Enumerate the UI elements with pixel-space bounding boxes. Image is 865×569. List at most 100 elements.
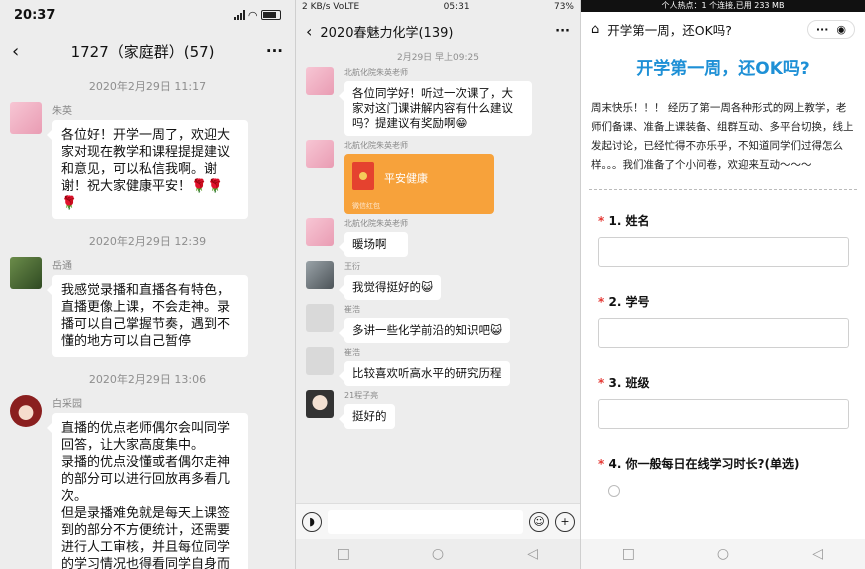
sender-name: 白采园 [52, 399, 82, 410]
sender-name: 王衍 [344, 262, 360, 271]
student-id-input[interactable] [598, 318, 849, 348]
message-bubble[interactable]: 我感觉录播和直播各有特色，直播更像上课，不会走神。录播可以自己掌握节奏，遇到不懂… [47, 275, 248, 357]
status-time: 20:37 [14, 7, 56, 23]
message: 崔浩 比较喜欢听高水平的研究历程 [296, 347, 580, 386]
class-input[interactable] [598, 399, 849, 429]
message-bubble[interactable]: 多讲一些化学前沿的知识吧😺 [339, 318, 510, 343]
survey-panel: 个人热点：1 个连接,已用 233 MB ⌂ 开学第一周，还OK吗? ··· ◉… [580, 0, 865, 569]
avatar[interactable] [10, 395, 42, 427]
chat-header: ‹ 1727（家庭群）(57) ··· [0, 30, 295, 72]
avatar[interactable] [306, 390, 334, 418]
nav-title: 开学第一周，还OK吗? [607, 22, 732, 38]
divider [589, 189, 857, 190]
close-target-icon[interactable]: ◉ [836, 23, 846, 36]
message: 白采园 直播的优点老师偶尔会叫同学回答，让大家高度集中。 录播的优点没懂或者偶尔… [0, 395, 295, 569]
sender-name: 北航化院朱英老师 [344, 219, 408, 228]
timestamp: 2月29日 早上09:25 [397, 53, 479, 63]
name-input[interactable] [598, 237, 849, 267]
form-description: 周末快乐！！！ 经历了第一周各种形式的网上教学，老师们备课、准备上课装备、组群互… [591, 102, 854, 171]
chat-title: 1727（家庭群）(57) [70, 42, 215, 61]
status-icons: ◠ [233, 8, 281, 22]
message-bubble[interactable]: 我觉得挺好的😺 [339, 275, 441, 300]
battery-level: 73% [553, 2, 574, 12]
signal-icon [233, 10, 245, 20]
avatar[interactable] [306, 261, 334, 289]
back-icon[interactable]: ‹ [306, 22, 312, 41]
message: 崔浩 多讲一些化学前沿的知识吧😺 [296, 304, 580, 343]
message: 岳通 我感觉录播和直播各有特色，直播更像上课，不会走神。录播可以自己掌握节奏，遇… [0, 257, 295, 357]
timestamp: 2020年2月29日 13:06 [88, 373, 207, 386]
sender-name: 崔浩 [344, 305, 360, 314]
message-bubble[interactable]: 挺好的 [339, 404, 395, 429]
message: 北航化院朱英老师 平安健康 微信红包 [296, 140, 580, 214]
message: 21程子亮 挺好的 [296, 390, 580, 429]
sender-name: 北航化院朱英老师 [344, 141, 408, 150]
message: 北航化院朱英老师 各位同学好！听过一次课了，大家对这门课讲解内容有什么建议吗？提… [296, 67, 580, 136]
avatar[interactable] [306, 140, 334, 168]
question-label: * 3. 班级 [598, 376, 650, 390]
home-icon[interactable]: ○ [431, 546, 445, 562]
recent-apps-icon[interactable]: □ [336, 546, 350, 562]
message-bubble[interactable]: 各位好！开学一周了，欢迎大家对现在教学和课程提提建议和意见，可以私信我啊。谢谢！… [47, 120, 248, 219]
message-bubble[interactable]: 各位同学好！听过一次课了，大家对这门课讲解内容有什么建议吗？提建议有奖励啊😁 [339, 81, 532, 136]
network-status: 2 KB/s VoLTE [302, 2, 360, 12]
required-mark: * [598, 376, 605, 390]
required-mark: * [598, 295, 605, 309]
timestamp: 2020年2月29日 11:17 [88, 80, 207, 93]
sender-name: 崔浩 [344, 348, 360, 357]
question-label: * 2. 学号 [598, 295, 650, 309]
red-packet-title: 平安健康 [384, 172, 428, 185]
wifi-icon: ◠ [248, 8, 257, 22]
status-time: 05:31 [443, 2, 470, 12]
status-bar: 2 KB/s VoLTE 05:31 73% [296, 0, 580, 14]
chat-panel-chemistry-class: 2 KB/s VoLTE 05:31 73% ‹ 2020春魅力化学(139) … [295, 0, 580, 569]
avatar[interactable] [306, 347, 334, 375]
message: 王衍 我觉得挺好的😺 [296, 261, 580, 300]
emoji-icon[interactable]: ☺ [529, 511, 549, 532]
avatar[interactable] [10, 257, 42, 289]
capsule-menu: ··· ◉ [806, 19, 855, 39]
sender-name: 北航化院朱英老师 [344, 68, 408, 77]
message-bubble[interactable]: 比较喜欢听高水平的研究历程 [339, 361, 510, 386]
timestamp: 2020年2月29日 12:39 [88, 235, 207, 248]
red-packet-label: 微信红包 [352, 202, 380, 210]
message-bubble[interactable]: 直播的优点老师偶尔会叫同学回答，让大家高度集中。 录播的优点没懂或者偶尔走神的部… [47, 413, 248, 569]
chat-panel-family-group: 20:37 ◠ ‹ 1727（家庭群）(57) ··· 2020年2月29日 1… [0, 0, 295, 569]
avatar[interactable] [10, 102, 42, 134]
sender-name: 朱英 [52, 106, 72, 117]
input-bar: ◗ ☺ + [296, 503, 580, 539]
sender-name: 岳通 [52, 261, 72, 272]
radio-button[interactable] [608, 485, 620, 497]
voice-icon[interactable]: ◗ [302, 511, 322, 532]
home-icon[interactable]: ⌂ [591, 22, 599, 37]
radio-option[interactable] [608, 482, 838, 501]
more-icon[interactable]: ··· [266, 42, 283, 60]
home-nav-icon[interactable]: ○ [716, 546, 730, 562]
avatar[interactable] [306, 304, 334, 332]
more-icon[interactable]: ··· [816, 23, 829, 36]
avatar[interactable] [306, 67, 334, 95]
back-icon[interactable]: ‹ [12, 41, 19, 62]
mini-program-header: ⌂ 开学第一周，还OK吗? ··· ◉ [581, 12, 865, 46]
avatar[interactable] [306, 218, 334, 246]
more-icon[interactable]: ··· [555, 24, 570, 39]
question-label: * 1. 姓名 [598, 214, 650, 228]
plus-icon[interactable]: + [555, 511, 575, 532]
message: 朱英 各位好！开学一周了，欢迎大家对现在教学和课程提提建议和意见，可以私信我啊。… [0, 102, 295, 219]
back-nav-icon[interactable]: ◁ [526, 546, 540, 562]
system-nav-bar: □ ○ ◁ [296, 539, 580, 569]
back-nav-icon[interactable]: ◁ [811, 546, 825, 562]
required-mark: * [598, 457, 605, 471]
form-title: 开学第一周，还OK吗? [636, 59, 810, 79]
recent-apps-icon[interactable]: □ [621, 546, 635, 562]
message-bubble[interactable]: 暖场啊 [339, 232, 408, 257]
question-label: * 4. 你一般每日在线学习时长?(单选) [598, 457, 800, 471]
message-input[interactable] [328, 509, 523, 534]
system-nav-bar: □ ○ ◁ [581, 539, 865, 569]
status-bar: 个人热点：1 个连接,已用 233 MB [581, 0, 865, 12]
status-bar: 20:37 ◠ [0, 0, 295, 30]
red-envelope-icon [352, 162, 374, 190]
chat-header: ‹ 2020春魅力化学(139) ··· [296, 14, 580, 48]
sender-name: 21程子亮 [344, 391, 379, 400]
red-packet[interactable]: 平安健康 微信红包 [344, 154, 494, 214]
